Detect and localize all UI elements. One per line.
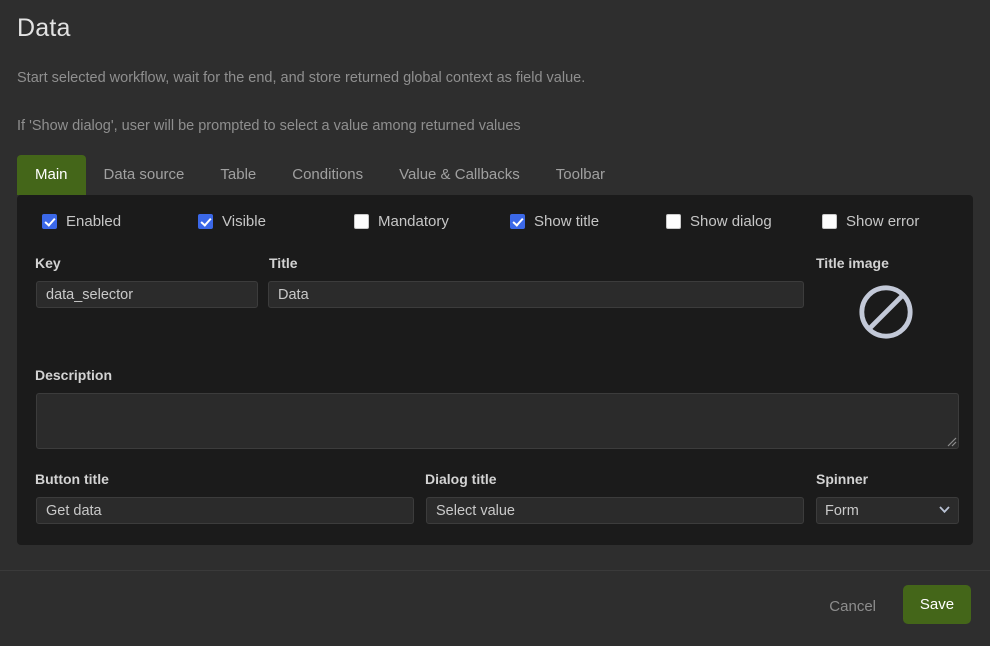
checkbox-show-dialog-box[interactable] xyxy=(666,214,681,229)
save-button[interactable]: Save xyxy=(903,585,971,624)
description-label: Description xyxy=(35,367,113,383)
tab-data-source[interactable]: Data source xyxy=(86,155,203,195)
no-entry-icon[interactable] xyxy=(857,283,915,341)
checkbox-show-dialog-label: Show dialog xyxy=(690,213,772,230)
description-textarea[interactable] xyxy=(36,393,959,449)
button-title-input[interactable] xyxy=(36,497,414,524)
tab-bar: Main Data source Table Conditions Value … xyxy=(17,155,623,195)
checkbox-visible-box[interactable] xyxy=(198,214,213,229)
spinner-label: Spinner xyxy=(816,471,869,487)
page-description-line-1: Start selected workflow, wait for the en… xyxy=(17,70,586,86)
footer-divider xyxy=(0,570,990,571)
key-input[interactable] xyxy=(36,281,258,308)
tab-conditions[interactable]: Conditions xyxy=(274,155,381,195)
tab-table[interactable]: Table xyxy=(202,155,274,195)
checkbox-show-error-box[interactable] xyxy=(822,214,837,229)
checkbox-mandatory-label: Mandatory xyxy=(378,213,449,230)
tab-toolbar[interactable]: Toolbar xyxy=(538,155,623,195)
checkbox-show-title-label: Show title xyxy=(534,213,600,230)
checkbox-enabled-label: Enabled xyxy=(66,213,122,230)
dialog-title-label: Dialog title xyxy=(425,471,497,487)
checkbox-show-title-box[interactable] xyxy=(510,214,525,229)
page-description-line-2: If 'Show dialog', user will be prompted … xyxy=(17,118,521,134)
checkbox-show-title[interactable]: Show title xyxy=(510,213,599,230)
spinner-select-wrap: FormFieldNone xyxy=(816,497,959,524)
dialog-title-input[interactable] xyxy=(426,497,804,524)
spinner-select[interactable]: FormFieldNone xyxy=(816,497,959,524)
checkbox-show-dialog[interactable]: Show dialog xyxy=(666,213,772,230)
checkbox-visible-label: Visible xyxy=(222,213,266,230)
checkbox-enabled[interactable]: Enabled xyxy=(42,213,121,230)
checkbox-visible[interactable]: Visible xyxy=(198,213,266,230)
title-label: Title xyxy=(269,255,298,271)
tab-main[interactable]: Main xyxy=(17,155,86,195)
tab-value-callbacks[interactable]: Value & Callbacks xyxy=(381,155,538,195)
page-title: Data xyxy=(17,14,71,42)
title-image-label: Title image xyxy=(816,255,889,271)
title-input[interactable] xyxy=(268,281,804,308)
key-label: Key xyxy=(35,255,61,271)
button-title-label: Button title xyxy=(35,471,109,487)
checkbox-show-error-label: Show error xyxy=(846,213,920,230)
checkbox-enabled-box[interactable] xyxy=(42,214,57,229)
option-checkbox-row: Enabled Visible Mandatory Show title Sho… xyxy=(35,213,955,239)
main-tab-panel: Enabled Visible Mandatory Show title Sho… xyxy=(17,195,973,545)
checkbox-show-error[interactable]: Show error xyxy=(822,213,919,230)
checkbox-mandatory-box[interactable] xyxy=(354,214,369,229)
checkbox-mandatory[interactable]: Mandatory xyxy=(354,213,449,230)
cancel-button[interactable]: Cancel xyxy=(821,592,884,621)
